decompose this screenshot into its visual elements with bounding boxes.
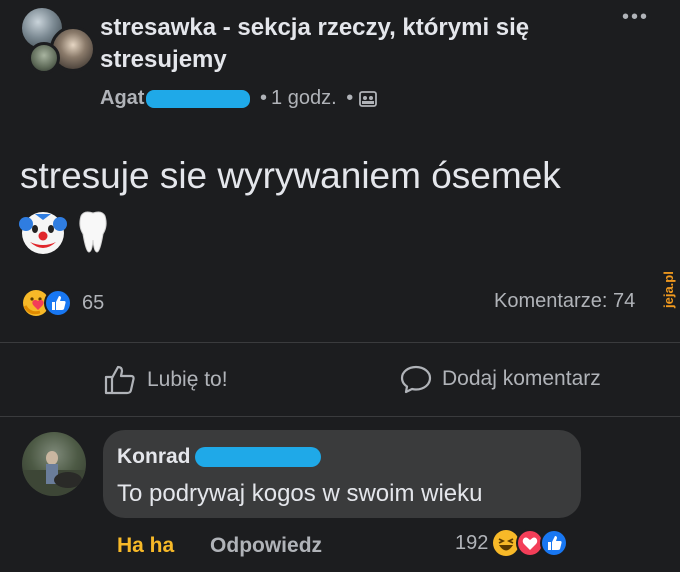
thumbs-up-icon: [104, 365, 135, 395]
redaction-scribble: [194, 447, 321, 468]
like-icon: [540, 529, 569, 557]
comments-count-link[interactable]: Komentarze: 74: [494, 290, 635, 313]
comment-actions: Ha ha Odpowiedz: [117, 534, 322, 558]
post-time[interactable]: 1 godz.: [271, 87, 337, 109]
add-comment-label: Dodaj komentarz: [442, 367, 601, 390]
care-like-icons: [23, 289, 72, 317]
group-avatar[interactable]: [22, 8, 96, 74]
tooth-icon: [79, 211, 107, 253]
commenter-avatar[interactable]: [22, 432, 86, 496]
like-label: Lubię to!: [147, 368, 228, 391]
author-name[interactable]: Agat: [100, 87, 144, 109]
clown-face-icon: [19, 212, 67, 254]
like-button[interactable]: Lubię to!: [103, 364, 228, 396]
haha-love-like-icons: [493, 529, 569, 557]
more-options-icon[interactable]: •••: [622, 6, 649, 29]
haha-icon: [493, 530, 520, 556]
reactions-summary[interactable]: 65: [22, 286, 104, 320]
commenter-name-text[interactable]: Konrad: [117, 445, 191, 468]
post-meta: Agat • 1 godz. •: [100, 84, 378, 112]
post-text: stresuje sie wyrywaniem ósemek: [20, 155, 561, 196]
reply-button[interactable]: Odpowiedz: [210, 534, 322, 557]
jeja-watermark: jeja.pl: [658, 262, 680, 310]
commenter-name[interactable]: Konrad: [117, 445, 321, 469]
post-emojis: [18, 206, 128, 256]
comment-reactions-count: 192: [455, 531, 489, 554]
member-avatar: [28, 42, 60, 74]
comment-bubble-icon: [400, 365, 432, 394]
comment-text: To podrywaj kogos w swoim wieku: [117, 480, 483, 507]
meta-separator: •: [346, 87, 354, 109]
group-privacy-icon: [359, 90, 378, 107]
add-comment-button[interactable]: Dodaj komentarz: [400, 364, 601, 394]
reactions-count: 65: [82, 291, 105, 314]
svg-text:jeja.pl: jeja.pl: [661, 271, 676, 309]
meta-separator: •: [260, 87, 268, 109]
divider: [0, 416, 680, 417]
love-icon: [516, 529, 545, 557]
like-icon: [44, 289, 72, 317]
redaction-scribble: [146, 89, 251, 108]
group-name-link[interactable]: stresawka - sekcja rzeczy, którymi się s…: [100, 12, 600, 76]
haha-reaction-button[interactable]: Ha ha: [117, 534, 174, 557]
divider: [0, 342, 680, 343]
comment-reactions[interactable]: 192: [455, 528, 574, 558]
